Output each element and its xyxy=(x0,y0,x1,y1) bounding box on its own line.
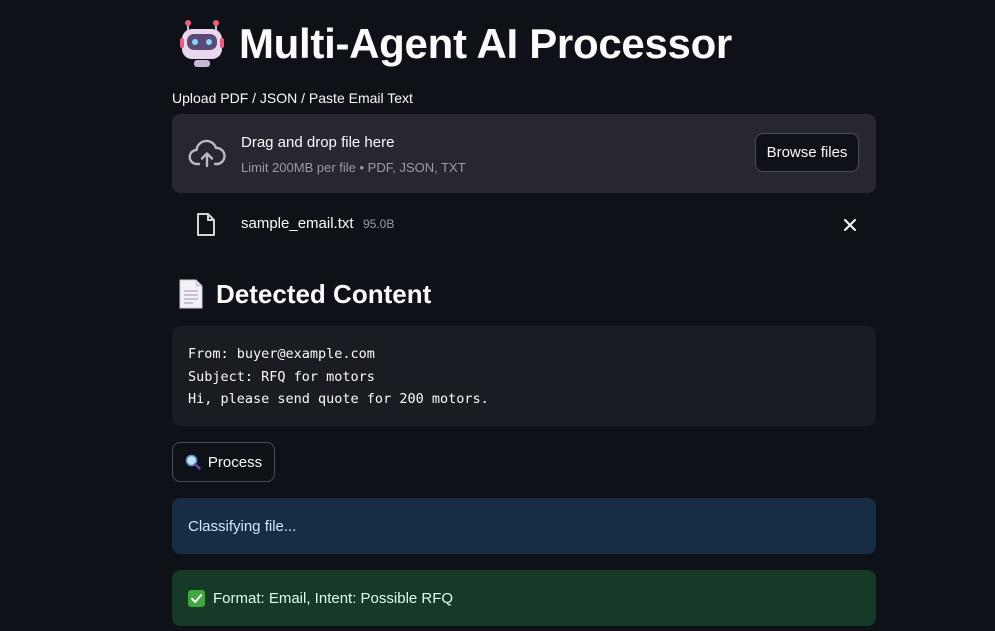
info-alert: Classifying file... xyxy=(172,498,876,554)
file-dropzone[interactable]: Drag and drop file here Limit 200MB per … xyxy=(172,114,876,193)
code-line: From: buyer@example.com xyxy=(188,346,375,362)
dropzone-limit: Limit 200MB per file • PDF, JSON, TXT xyxy=(241,160,466,175)
detected-content-code: From: buyer@example.com Subject: RFQ for… xyxy=(172,326,876,426)
check-icon xyxy=(188,589,205,607)
detected-content-heading: Detected Content xyxy=(178,276,431,312)
uploaded-file-name: sample_email.txt xyxy=(241,215,354,232)
magnifier-icon xyxy=(185,454,201,470)
code-line: Subject: RFQ for motors xyxy=(188,368,375,385)
process-button-label: Process xyxy=(207,453,263,471)
close-icon[interactable] xyxy=(840,215,860,235)
browse-files-button[interactable]: Browse files xyxy=(755,133,859,172)
uploaded-file-row: sample_email.txt 95.0B xyxy=(172,204,876,244)
process-button[interactable]: Process xyxy=(172,442,275,482)
dropzone-title: Drag and drop file here xyxy=(241,134,395,151)
section-title: Detected Content xyxy=(216,278,432,309)
success-alert-text: Format: Email, Intent: Possible RFQ xyxy=(213,589,454,607)
page-icon xyxy=(179,279,203,309)
page-title: Multi-Agent AI Processor xyxy=(239,20,732,67)
uploaded-file-size: 95.0B xyxy=(363,217,395,231)
title-row: Multi-Agent AI Processor xyxy=(179,16,732,72)
upload-label: Upload PDF / JSON / Paste Email Text xyxy=(172,90,413,106)
robot-icon xyxy=(180,20,224,67)
file-icon xyxy=(197,213,215,236)
success-alert: Format: Email, Intent: Possible RFQ xyxy=(172,570,876,626)
info-alert-text: Classifying file... xyxy=(188,517,297,535)
code-line: Hi, please send quote for 200 motors. xyxy=(188,391,489,407)
cloud-upload-icon xyxy=(188,139,226,168)
